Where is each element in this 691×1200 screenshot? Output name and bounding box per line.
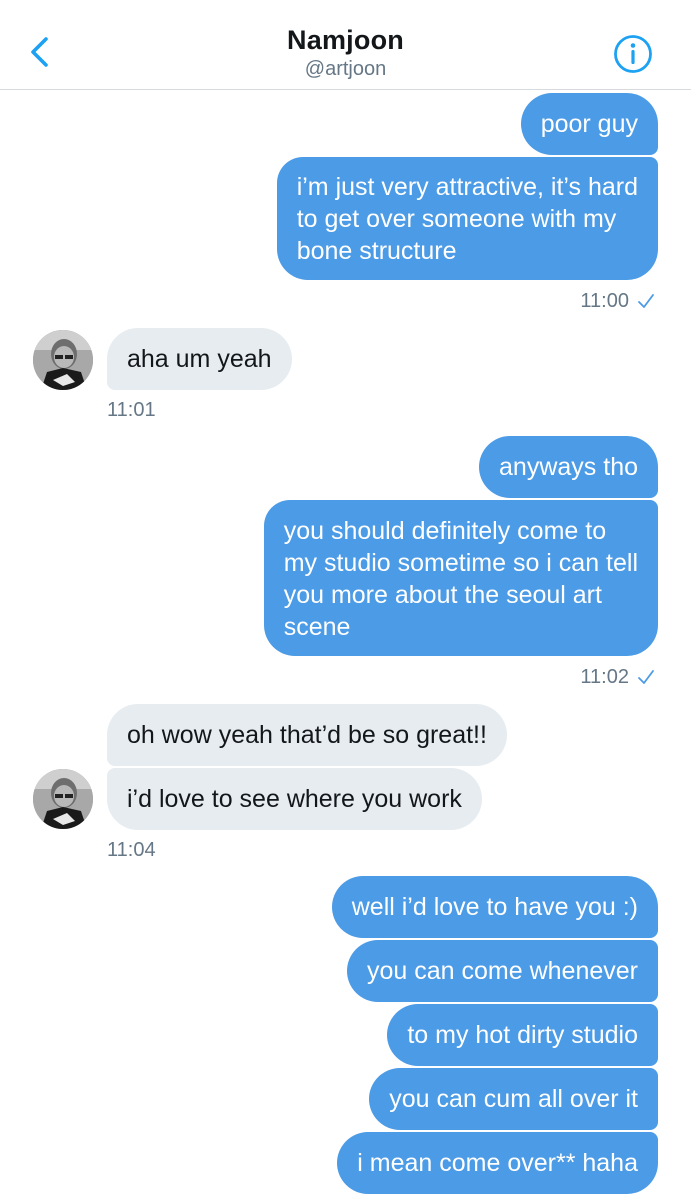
info-icon: [614, 35, 652, 73]
checkmark-icon: [638, 670, 654, 684]
conversation-title: Namjoon @artjoon: [0, 22, 691, 80]
message-bubble-outgoing[interactable]: you can come whenever: [347, 940, 658, 1002]
message-bubble-outgoing[interactable]: i mean come over** haha: [337, 1132, 658, 1194]
message-bubble-outgoing[interactable]: i’m just very attractive, it’s hard to g…: [276, 157, 658, 280]
message-bubble-outgoing[interactable]: poor guy: [520, 93, 658, 155]
profile-photo: [33, 769, 93, 829]
info-button[interactable]: [612, 33, 654, 75]
conversation-header: Namjoon @artjoon: [0, 0, 691, 90]
checkmark-icon: [638, 294, 654, 308]
message-bubble-incoming[interactable]: oh wow yeah that’d be so great!!: [107, 704, 507, 766]
contact-name: Namjoon: [287, 25, 404, 55]
message-bubble-incoming[interactable]: aha um yeah: [107, 328, 292, 390]
message-timestamp: 11:02: [580, 665, 655, 689]
message-timestamp: 11:00: [580, 289, 655, 313]
contact-handle: @artjoon: [304, 58, 387, 80]
profile-photo: [33, 330, 93, 390]
message-timestamp: 11:04: [107, 839, 156, 861]
message-bubble-outgoing[interactable]: you should definitely come to my studio …: [263, 500, 658, 656]
message-bubble-outgoing[interactable]: you can cum all over it: [369, 1068, 658, 1130]
message-bubble-outgoing[interactable]: to my hot dirty studio: [387, 1004, 658, 1066]
message-bubble-outgoing[interactable]: well i’d love to have you :): [331, 876, 658, 938]
message-timestamp: 11:01: [107, 399, 156, 421]
message-bubble-incoming[interactable]: i’d love to see where you work: [107, 768, 482, 830]
avatar[interactable]: [33, 769, 93, 829]
message-bubble-outgoing[interactable]: anyways tho: [479, 436, 658, 498]
avatar[interactable]: [33, 330, 93, 390]
